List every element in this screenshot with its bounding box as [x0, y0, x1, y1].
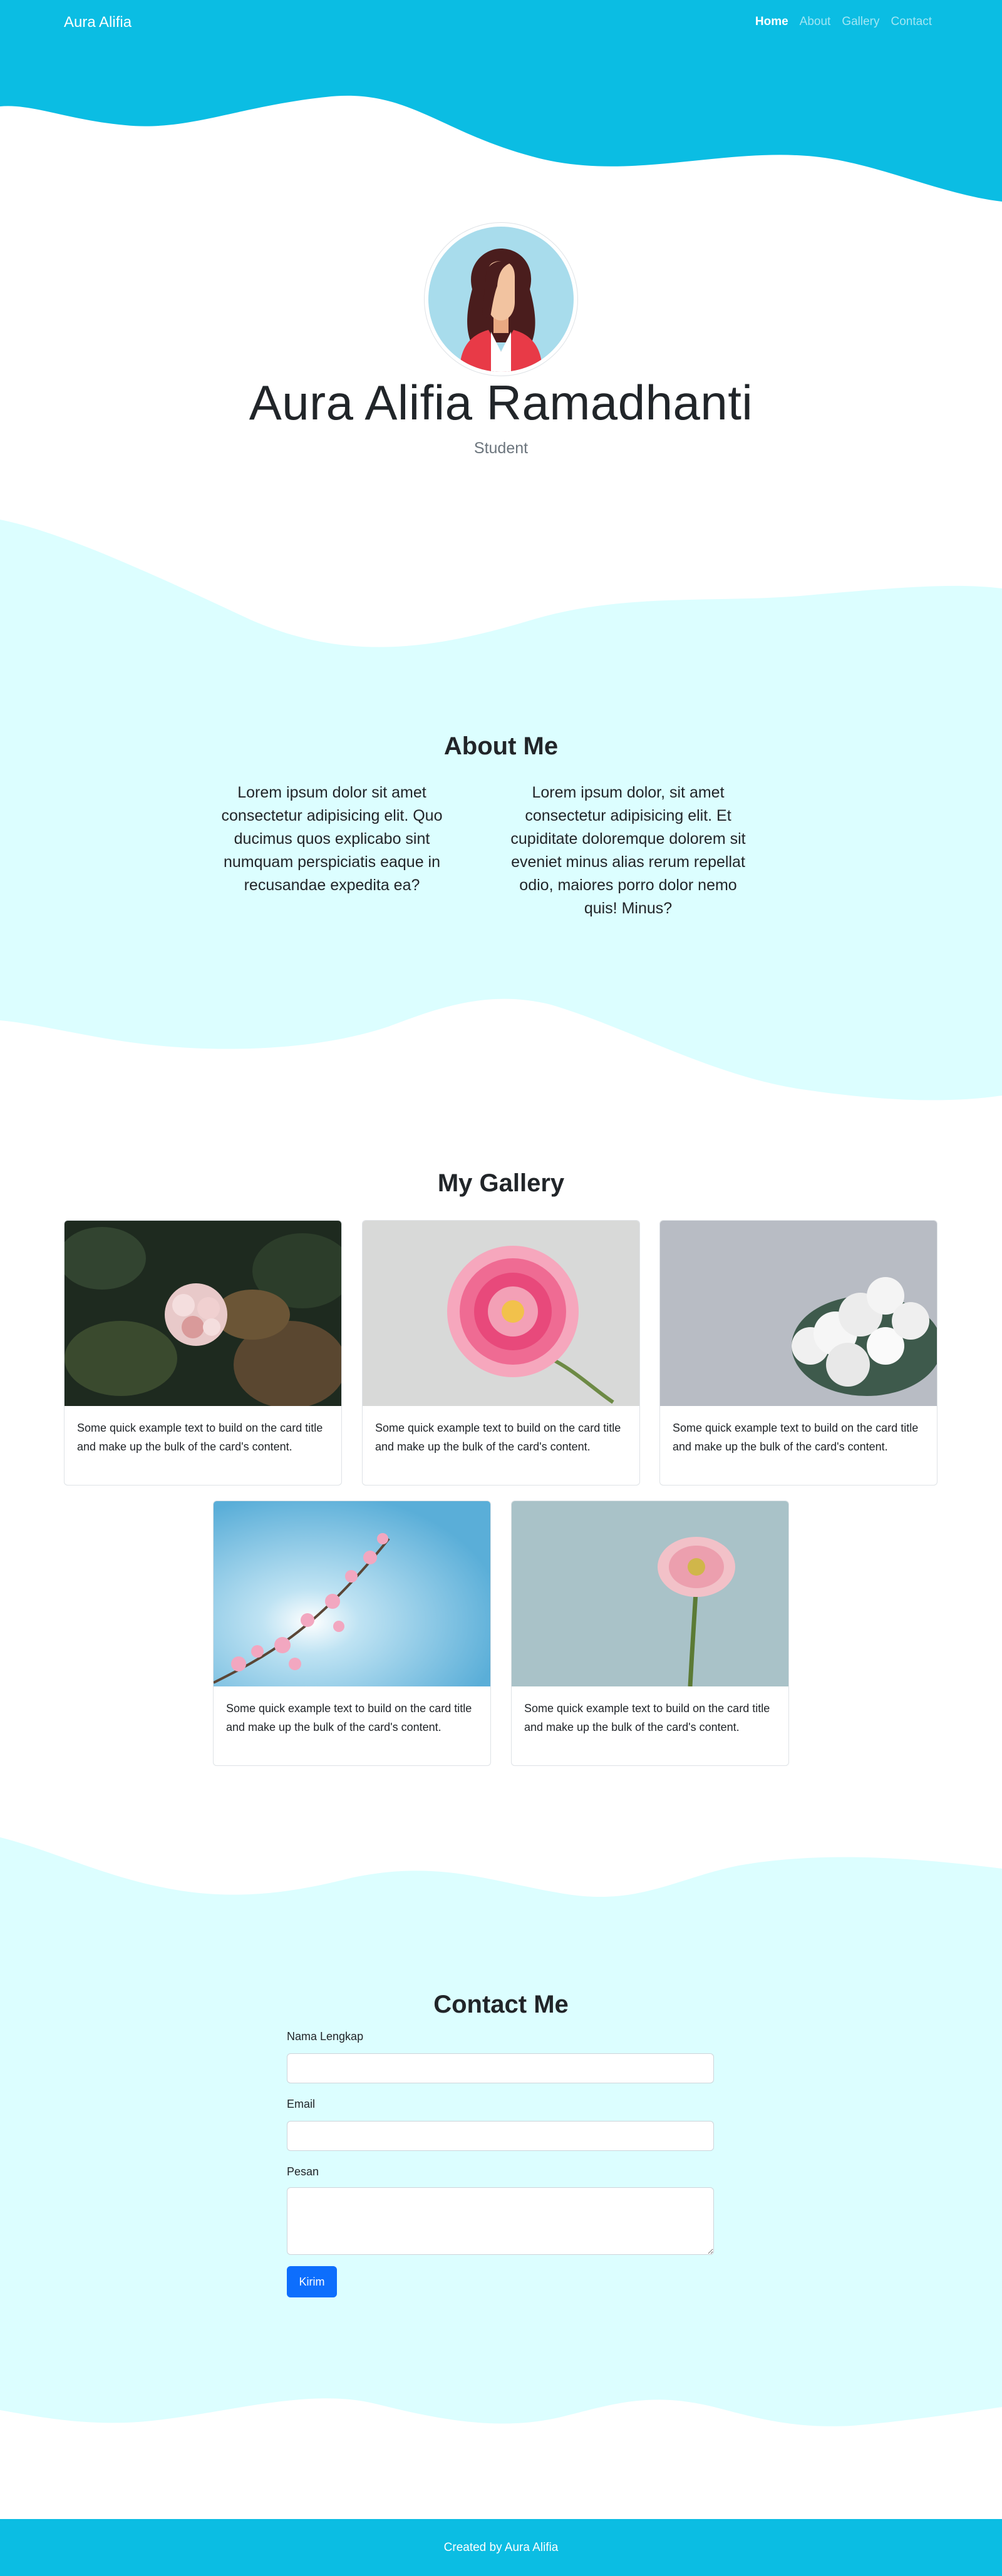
hero-role: Student	[473, 439, 529, 457]
about-paragraph-right: Lorem ipsum dolor, sit amet consectetur …	[510, 784, 746, 917]
card-text: Some quick example text to build on the …	[77, 1422, 323, 1453]
nav-link-about[interactable]: About	[800, 15, 831, 29]
card-text: Some quick example text to build on the …	[524, 1702, 770, 1733]
card-image-blossom	[214, 1501, 490, 1686]
footer-text: Created by Aura Alifia	[443, 2541, 559, 2554]
message-label: Pesan	[287, 2165, 319, 2178]
avatar	[424, 222, 578, 376]
nav-links: Home About Gallery Contact	[755, 15, 932, 29]
gallery-card: Some quick example text to build on the …	[659, 1220, 937, 1486]
gallery-card: Some quick example text to build on the …	[64, 1220, 342, 1486]
about-background	[0, 520, 1002, 1101]
hero-wave	[0, 44, 1002, 202]
nav-link-contact[interactable]: Contact	[891, 15, 932, 29]
submit-button[interactable]: Kirim	[287, 2266, 337, 2297]
card-text: Some quick example text to build on the …	[226, 1702, 472, 1733]
message-field[interactable]	[287, 2187, 714, 2255]
card-text: Some quick example text to build on the …	[375, 1422, 621, 1453]
card-image-geranium	[65, 1221, 341, 1406]
email-label: Email	[287, 2098, 316, 2110]
nav-link-gallery[interactable]: Gallery	[842, 15, 879, 29]
name-label: Nama Lengkap	[287, 2030, 364, 2043]
hero-name: Aura Alifia Ramadhanti	[249, 375, 753, 430]
contact-title: Contact Me	[433, 1991, 569, 2018]
about-title: About Me	[443, 732, 559, 760]
avatar-illustration	[428, 227, 574, 372]
name-field[interactable]	[287, 2053, 714, 2083]
footer: Created by Aura Alifia	[0, 2519, 1002, 2576]
card-image-gerbera	[512, 1501, 788, 1686]
card-image-white-flowers	[660, 1221, 937, 1406]
nav-link-home[interactable]: Home	[755, 15, 788, 29]
email-field[interactable]	[287, 2121, 714, 2151]
gallery-title: My Gallery	[437, 1169, 565, 1197]
gallery-card: Some quick example text to build on the …	[362, 1220, 640, 1486]
card-text: Some quick example text to build on the …	[673, 1422, 919, 1453]
navbar: Aura Alifia Home About Gallery Contact	[0, 0, 1002, 44]
about-paragraph-left: Lorem ipsum dolor sit amet consectetur a…	[221, 784, 443, 894]
card-image-dahlia	[363, 1221, 639, 1406]
gallery-card: Some quick example text to build on the …	[511, 1501, 789, 1766]
gallery-card: Some quick example text to build on the …	[213, 1501, 491, 1766]
navbar-brand[interactable]: Aura Alifia	[64, 14, 132, 31]
